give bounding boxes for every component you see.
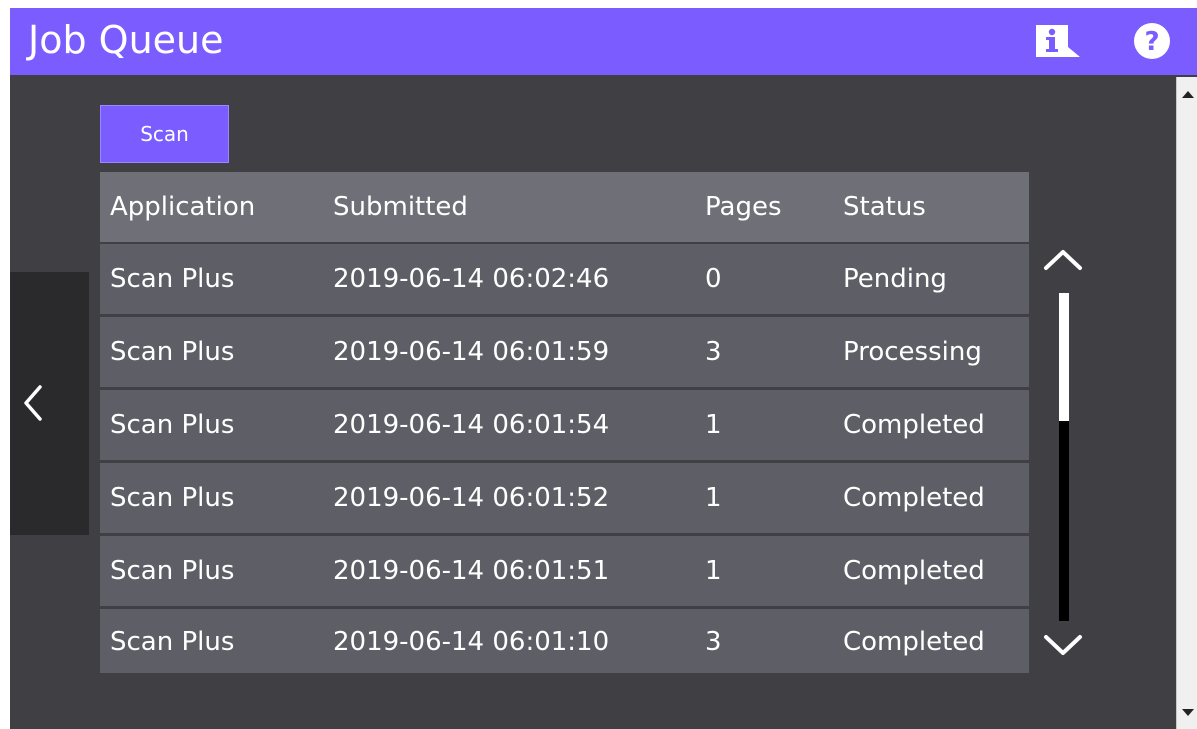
back-button[interactable]	[10, 272, 89, 535]
table-row[interactable]: Scan Plus 2019-06-14 06:01:54 1 Complete…	[100, 390, 1029, 460]
row-status: Pending	[843, 264, 947, 294]
job-table: Application Submitted Pages Status Scan …	[100, 172, 1029, 676]
table-row[interactable]: Scan Plus 2019-06-14 06:02:46 0 Pending	[100, 244, 1029, 314]
row-application: Scan Plus	[110, 556, 235, 586]
chevron-up-icon	[1044, 250, 1082, 270]
chevron-down-icon	[1044, 635, 1082, 655]
row-submitted: 2019-06-14 06:01:54	[333, 410, 610, 440]
row-status: Completed	[843, 410, 985, 440]
table-row[interactable]: Scan Plus 2019-06-14 06:01:59 3 Processi…	[100, 317, 1029, 387]
table-row[interactable]: Scan Plus 2019-06-14 06:01:52 1 Complete…	[100, 463, 1029, 533]
info-icon	[1036, 25, 1080, 57]
row-status: Processing	[843, 337, 982, 367]
scan-button[interactable]: Scan	[100, 105, 229, 163]
column-header-application: Application	[110, 192, 256, 222]
page-title: Job Queue	[28, 18, 224, 62]
row-pages: 1	[705, 556, 722, 586]
title-bar: Job Queue ?	[10, 8, 1197, 75]
table-header-row: Application Submitted Pages Status	[100, 172, 1029, 242]
row-submitted: 2019-06-14 06:01:52	[333, 483, 610, 513]
row-status: Completed	[843, 627, 985, 657]
info-button[interactable]	[1034, 23, 1090, 63]
row-pages: 3	[705, 337, 722, 367]
window-scroll-down-icon[interactable]	[1182, 709, 1194, 716]
chevron-left-icon	[24, 385, 42, 421]
table-row[interactable]: Scan Plus 2019-06-14 06:01:51 1 Complete…	[100, 536, 1029, 606]
list-scrollbar[interactable]	[1059, 293, 1069, 621]
help-glyph: ?	[1144, 27, 1159, 57]
row-submitted: 2019-06-14 06:02:46	[333, 264, 610, 294]
row-pages: 0	[705, 264, 722, 294]
column-header-status: Status	[843, 192, 926, 222]
row-submitted: 2019-06-14 06:01:10	[333, 627, 610, 657]
column-header-submitted: Submitted	[333, 192, 468, 222]
column-header-pages: Pages	[705, 192, 782, 222]
row-submitted: 2019-06-14 06:01:59	[333, 337, 610, 367]
scroll-down-button[interactable]	[1038, 631, 1088, 661]
window-scrollbar[interactable]	[1176, 77, 1197, 729]
row-pages: 1	[705, 410, 722, 440]
scroll-up-button[interactable]	[1038, 244, 1088, 274]
list-scroll-thumb[interactable]	[1059, 293, 1069, 421]
table-row[interactable]: Scan Plus 2019-06-14 06:01:10 3 Complete…	[100, 609, 1029, 673]
row-application: Scan Plus	[110, 483, 235, 513]
app-window: Job Queue ? Scan Application Submitted P…	[10, 8, 1197, 729]
row-submitted: 2019-06-14 06:01:51	[333, 556, 610, 586]
row-application: Scan Plus	[110, 264, 235, 294]
window-scroll-up-icon[interactable]	[1182, 91, 1194, 98]
row-application: Scan Plus	[110, 627, 235, 657]
help-icon: ?	[1134, 23, 1170, 59]
row-pages: 1	[705, 483, 722, 513]
help-button[interactable]: ?	[1132, 21, 1172, 61]
row-status: Completed	[843, 483, 985, 513]
row-application: Scan Plus	[110, 337, 235, 367]
row-application: Scan Plus	[110, 410, 235, 440]
row-status: Completed	[843, 556, 985, 586]
row-pages: 3	[705, 627, 722, 657]
